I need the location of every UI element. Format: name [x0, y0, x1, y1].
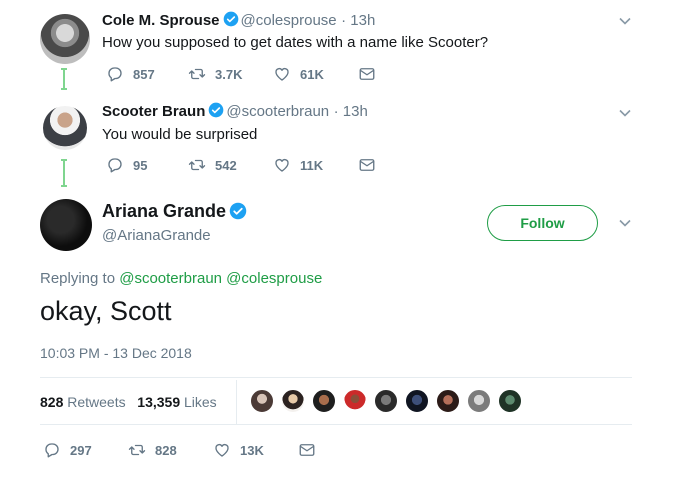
mention-link[interactable]: @colesprouse — [226, 270, 322, 287]
author-handle[interactable]: @colesprouse — [241, 12, 337, 29]
liker-avatar[interactable] — [467, 389, 491, 413]
mention-link[interactable]: @scooterbraun — [119, 270, 222, 287]
reply-icon — [108, 67, 122, 82]
message-icon — [299, 444, 315, 456]
retweet-stat[interactable]: 828 Retweets — [40, 394, 126, 410]
reply-icon — [45, 443, 59, 458]
tweet-time[interactable]: · 13h — [341, 12, 375, 29]
author-handle[interactable]: @scooterbraun — [226, 103, 329, 120]
like-count: 13K — [240, 442, 264, 458]
verified-badge-icon — [223, 11, 238, 27]
retweet-action[interactable]: 542 — [188, 156, 237, 174]
message-action[interactable] — [358, 65, 385, 83]
tweet-text: How you supposed to get dates with a nam… — [102, 34, 489, 51]
reply-count: 857 — [133, 66, 155, 82]
liker-avatar[interactable] — [405, 389, 429, 413]
tweet-timestamp[interactable]: 10:03 PM - 13 Dec 2018 — [40, 345, 192, 361]
chevron-down-icon[interactable] — [618, 14, 632, 28]
reply-icon — [108, 158, 122, 173]
author-name[interactable]: Cole M. Sprouse — [102, 12, 220, 29]
like-count: 11K — [300, 157, 324, 173]
liker-avatar[interactable] — [498, 389, 522, 413]
retweet-count: 3.7K — [215, 66, 243, 82]
divider — [40, 424, 632, 425]
retweet-count: 828 — [155, 442, 177, 458]
reply-count: 95 — [133, 157, 148, 173]
retweet-action[interactable]: 828 — [128, 441, 177, 459]
liker-avatar[interactable] — [312, 389, 336, 413]
avatar-cole[interactable] — [40, 14, 90, 64]
stats-divider — [236, 380, 237, 424]
like-action[interactable]: 13K — [213, 441, 264, 459]
like-stat-count: 13,359 — [137, 394, 181, 410]
retweet-icon — [128, 444, 146, 456]
follow-button[interactable]: Follow — [487, 205, 598, 241]
like-action[interactable]: 11K — [273, 156, 323, 174]
like-action[interactable]: 61K — [273, 65, 324, 83]
thread-line — [61, 159, 67, 187]
like-count: 61K — [300, 66, 324, 82]
tweet-text: You would be surprised — [102, 126, 258, 143]
thread-line — [61, 68, 67, 90]
reply-action[interactable]: 297 — [43, 441, 92, 459]
divider — [40, 377, 632, 378]
retweet-action[interactable]: 3.7K — [188, 65, 242, 83]
author-handle[interactable]: @ArianaGrande — [102, 227, 211, 244]
message-icon — [359, 68, 375, 80]
chevron-down-icon[interactable] — [618, 106, 632, 120]
replying-prefix: Replying to — [40, 270, 116, 287]
message-action[interactable] — [298, 441, 325, 459]
tweet-stats: 828 Retweets 13,359 Likes — [40, 394, 217, 410]
reply-count: 297 — [70, 442, 92, 458]
verified-badge-icon — [229, 202, 247, 220]
reply-action[interactable]: 857 — [106, 65, 155, 83]
liker-avatar[interactable] — [250, 389, 274, 413]
retweet-icon — [188, 159, 206, 171]
reply-action[interactable]: 95 — [106, 156, 147, 174]
avatar-ariana[interactable] — [40, 199, 92, 251]
tweet-text: okay, Scott — [40, 296, 172, 326]
retweet-stat-count: 828 — [40, 394, 64, 410]
message-action[interactable] — [358, 156, 385, 174]
author-name[interactable]: Ariana Grande — [102, 201, 226, 221]
retweet-stat-label: Retweets — [67, 394, 126, 410]
like-icon — [275, 159, 289, 172]
message-icon — [359, 159, 375, 171]
like-icon — [275, 68, 289, 81]
like-stat-label: Likes — [184, 394, 217, 410]
author-name[interactable]: Scooter Braun — [102, 103, 205, 120]
liker-avatar[interactable] — [343, 389, 367, 413]
liker-avatars — [250, 389, 529, 413]
retweet-count: 542 — [215, 157, 237, 173]
like-stat[interactable]: 13,359 Likes — [137, 394, 216, 410]
liker-avatar[interactable] — [281, 389, 305, 413]
liker-avatar[interactable] — [374, 389, 398, 413]
retweet-icon — [188, 68, 206, 80]
liker-avatar[interactable] — [436, 389, 460, 413]
replying-to: Replying to @scooterbraun @colesprouse — [40, 270, 322, 287]
avatar-scooter[interactable] — [43, 106, 87, 150]
chevron-down-icon[interactable] — [618, 216, 632, 230]
like-icon — [215, 444, 229, 457]
verified-badge-icon — [209, 102, 224, 118]
tweet-time[interactable]: · 13h — [334, 103, 368, 120]
